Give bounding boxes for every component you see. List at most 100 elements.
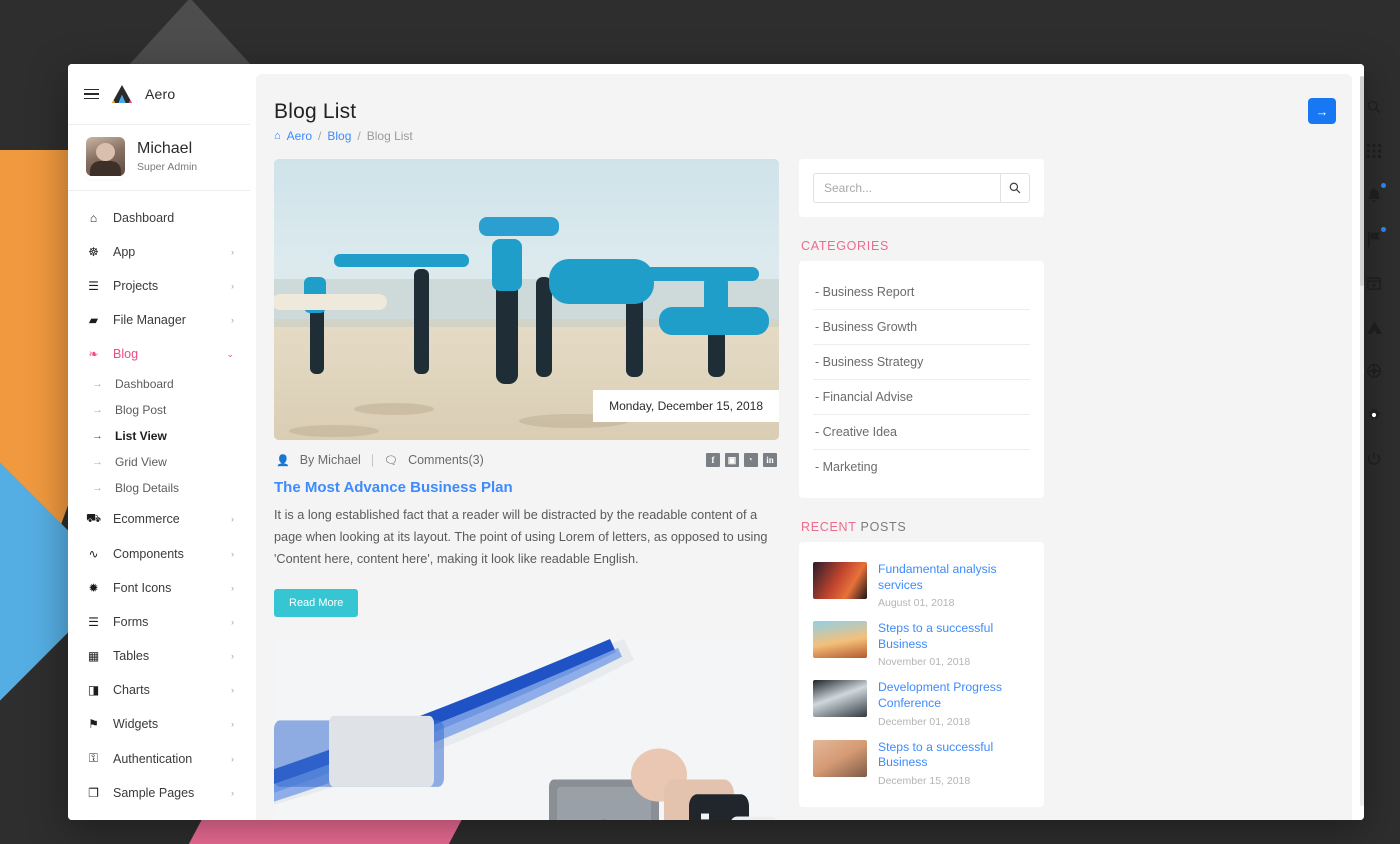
recent-post-item[interactable]: Steps to a successful Business December 1…: [813, 734, 1030, 793]
twitter-icon[interactable]: ᵛ: [744, 453, 758, 467]
recent-post-date: August 01, 2018: [878, 597, 955, 610]
chevron-right-icon: ›: [231, 753, 234, 764]
social-share-group: f ▣ ᵛ in: [706, 453, 777, 467]
bell-icon[interactable]: [1363, 183, 1386, 206]
author-icon: 👤: [276, 454, 290, 467]
chart-icon: ◨: [87, 683, 100, 697]
power-icon[interactable]: [1363, 448, 1385, 470]
sidebar-subitem-label: List View: [115, 429, 167, 443]
blog-sidebar: CATEGORIES - Business Report- Business G…: [799, 159, 1044, 820]
recent-post-date: December 01, 2018: [878, 715, 971, 728]
sidebar-item-file-manager[interactable]: ▰ File Manager ›: [68, 303, 250, 337]
category-item[interactable]: - Business Growth: [813, 310, 1030, 345]
sidebar-item-label: Components: [113, 547, 184, 561]
sidebar-item-label: Ecommerce: [113, 512, 180, 526]
category-item[interactable]: - Business Strategy: [813, 345, 1030, 380]
brand-row: Aero: [68, 64, 250, 125]
post-hero-image: Monday, December 15, 2018: [274, 159, 779, 440]
sidebar-subitem-label: Blog Details: [115, 481, 180, 495]
chevron-right-icon: ›: [231, 651, 234, 661]
apps-grid-icon[interactable]: [1363, 140, 1385, 162]
facebook-icon[interactable]: f: [706, 453, 720, 467]
post-date-chip: Monday, December 15, 2018: [593, 390, 779, 422]
chevron-right-icon: ›: [231, 247, 234, 257]
avatar: [86, 137, 125, 176]
sidebar-item-label: Charts: [113, 683, 150, 697]
sidebar-item-forms[interactable]: ☰ Forms ›: [68, 605, 250, 639]
recent-posts-list: Fundamental analysis services August 01, …: [813, 556, 1030, 793]
sidebar-item-label: Blog: [113, 347, 139, 361]
table-icon: ▦: [87, 649, 100, 663]
sidebar-item-tables[interactable]: ▦ Tables ›: [68, 639, 250, 673]
sidebar-item-label: Dashboard: [113, 211, 175, 225]
post-comments[interactable]: Comments(3): [408, 453, 484, 467]
calendar-icon[interactable]: [1363, 272, 1385, 294]
instagram-icon[interactable]: ▣: [725, 453, 739, 467]
sidebar-nav: ⌂ Dashboard ☸ App › ☰ Projects › ▰ File Manager › ❧…: [68, 191, 250, 820]
sidebar-item-authentication[interactable]: ⚿ Authentication ›: [68, 741, 250, 776]
sidebar-item-ecommerce[interactable]: ⛟ Ecommerce ›: [68, 501, 250, 537]
expand-arrow-button[interactable]: →: [1308, 98, 1336, 124]
sidebar-item-label: Forms: [113, 615, 149, 629]
content-scroll-region[interactable]: Blog List ⌂ Aero / Blog / Blog List Mond…: [250, 64, 1364, 820]
category-item[interactable]: - Business Report: [813, 275, 1030, 310]
blog-post-card: [274, 638, 779, 820]
user-profile[interactable]: Michael Super Admin: [68, 125, 250, 191]
recent-post-title[interactable]: Fundamental analysis services: [878, 562, 1030, 593]
recent-post-title[interactable]: Steps to a successful Business: [878, 740, 1030, 771]
blog-icon: ❧: [88, 347, 99, 361]
category-item[interactable]: - Financial Advise: [813, 380, 1030, 415]
apps-icon: ☸: [88, 245, 99, 259]
sidebar-subitem-grid-view[interactable]: → Grid View: [68, 449, 250, 475]
arrow-right-icon: →: [92, 482, 103, 494]
search-icon[interactable]: [1000, 173, 1030, 203]
breadcrumb-item-blog[interactable]: Blog: [327, 129, 351, 143]
read-more-button[interactable]: Read More: [274, 588, 359, 617]
sidebar-item-components[interactable]: ∿ Components ›: [68, 537, 250, 571]
notification-badge: [1381, 183, 1386, 188]
hamburger-icon[interactable]: [84, 88, 99, 100]
sidebar-item-blog[interactable]: ❧ Blog ⌄: [68, 337, 250, 371]
sidebar-subitem-blog-post[interactable]: → Blog Post: [68, 397, 250, 423]
profile-role: Super Admin: [137, 160, 198, 173]
recent-post-title[interactable]: Development Progress Conference: [878, 680, 1030, 711]
post-excerpt: It is a long established fact that a rea…: [274, 508, 768, 566]
category-item[interactable]: - Creative Idea: [813, 415, 1030, 450]
lock-icon: ⚿: [88, 751, 99, 765]
folder-icon: ▰: [88, 313, 99, 327]
sidebar-item-dashboard[interactable]: ⌂ Dashboard: [68, 201, 250, 235]
blog-post-card: Monday, December 15, 2018 👤 By Michael |…: [274, 159, 779, 617]
sidebar-subitem-blog-details[interactable]: → Blog Details: [68, 475, 250, 501]
chevron-right-icon: ›: [231, 719, 234, 729]
sidebar-item-app[interactable]: ☸ App ›: [68, 235, 250, 269]
forms-icon: ☰: [88, 615, 99, 629]
sidebar-item-font-icons[interactable]: ✹ Font Icons ›: [68, 571, 250, 605]
notification-badge: [1381, 227, 1386, 232]
sidebar-subitem-dashboard[interactable]: → Dashboard: [68, 371, 250, 397]
sidebar-item-projects[interactable]: ☰ Projects ›: [68, 269, 250, 303]
category-item[interactable]: - Marketing: [813, 450, 1030, 484]
sidebar-item-charts[interactable]: ◨ Charts ›: [68, 673, 250, 707]
drive-icon[interactable]: [1363, 316, 1385, 338]
sidebar-item-label: App: [113, 245, 136, 259]
sidebar-subitem-label: Grid View: [115, 455, 167, 469]
sidebar-subitem-label: Blog Post: [115, 403, 167, 417]
breadcrumb-item-aero[interactable]: Aero: [287, 129, 312, 143]
recent-post-title[interactable]: Steps to a successful Business: [878, 621, 1030, 652]
recent-post-item[interactable]: Fundamental analysis services August 01, …: [813, 556, 1030, 615]
recent-post-item[interactable]: Development Progress Conference December …: [813, 674, 1030, 733]
search-input[interactable]: [813, 173, 1000, 203]
sidebar-item-widgets[interactable]: ⚑ Widgets ›: [68, 707, 250, 741]
recent-post-item[interactable]: Steps to a successful Business November 0…: [813, 615, 1030, 674]
flag-icon[interactable]: [1363, 227, 1386, 250]
post-title[interactable]: The Most Advance Business Plan: [274, 479, 779, 496]
linkedin-icon[interactable]: in: [763, 453, 777, 467]
settings-gear-icon[interactable]: [1363, 404, 1385, 426]
recent-posts-widget: Fundamental analysis services August 01, …: [799, 542, 1044, 807]
search-icon[interactable]: [1363, 96, 1385, 118]
sidebar-item-sample-pages[interactable]: ❐ Sample Pages ›: [68, 776, 250, 810]
cart-icon: ⛟: [85, 511, 102, 525]
support-icon[interactable]: [1363, 360, 1385, 382]
sidebar-subitem-list-view[interactable]: → List View: [68, 423, 250, 449]
sidebar-item-label: File Manager: [113, 313, 186, 327]
